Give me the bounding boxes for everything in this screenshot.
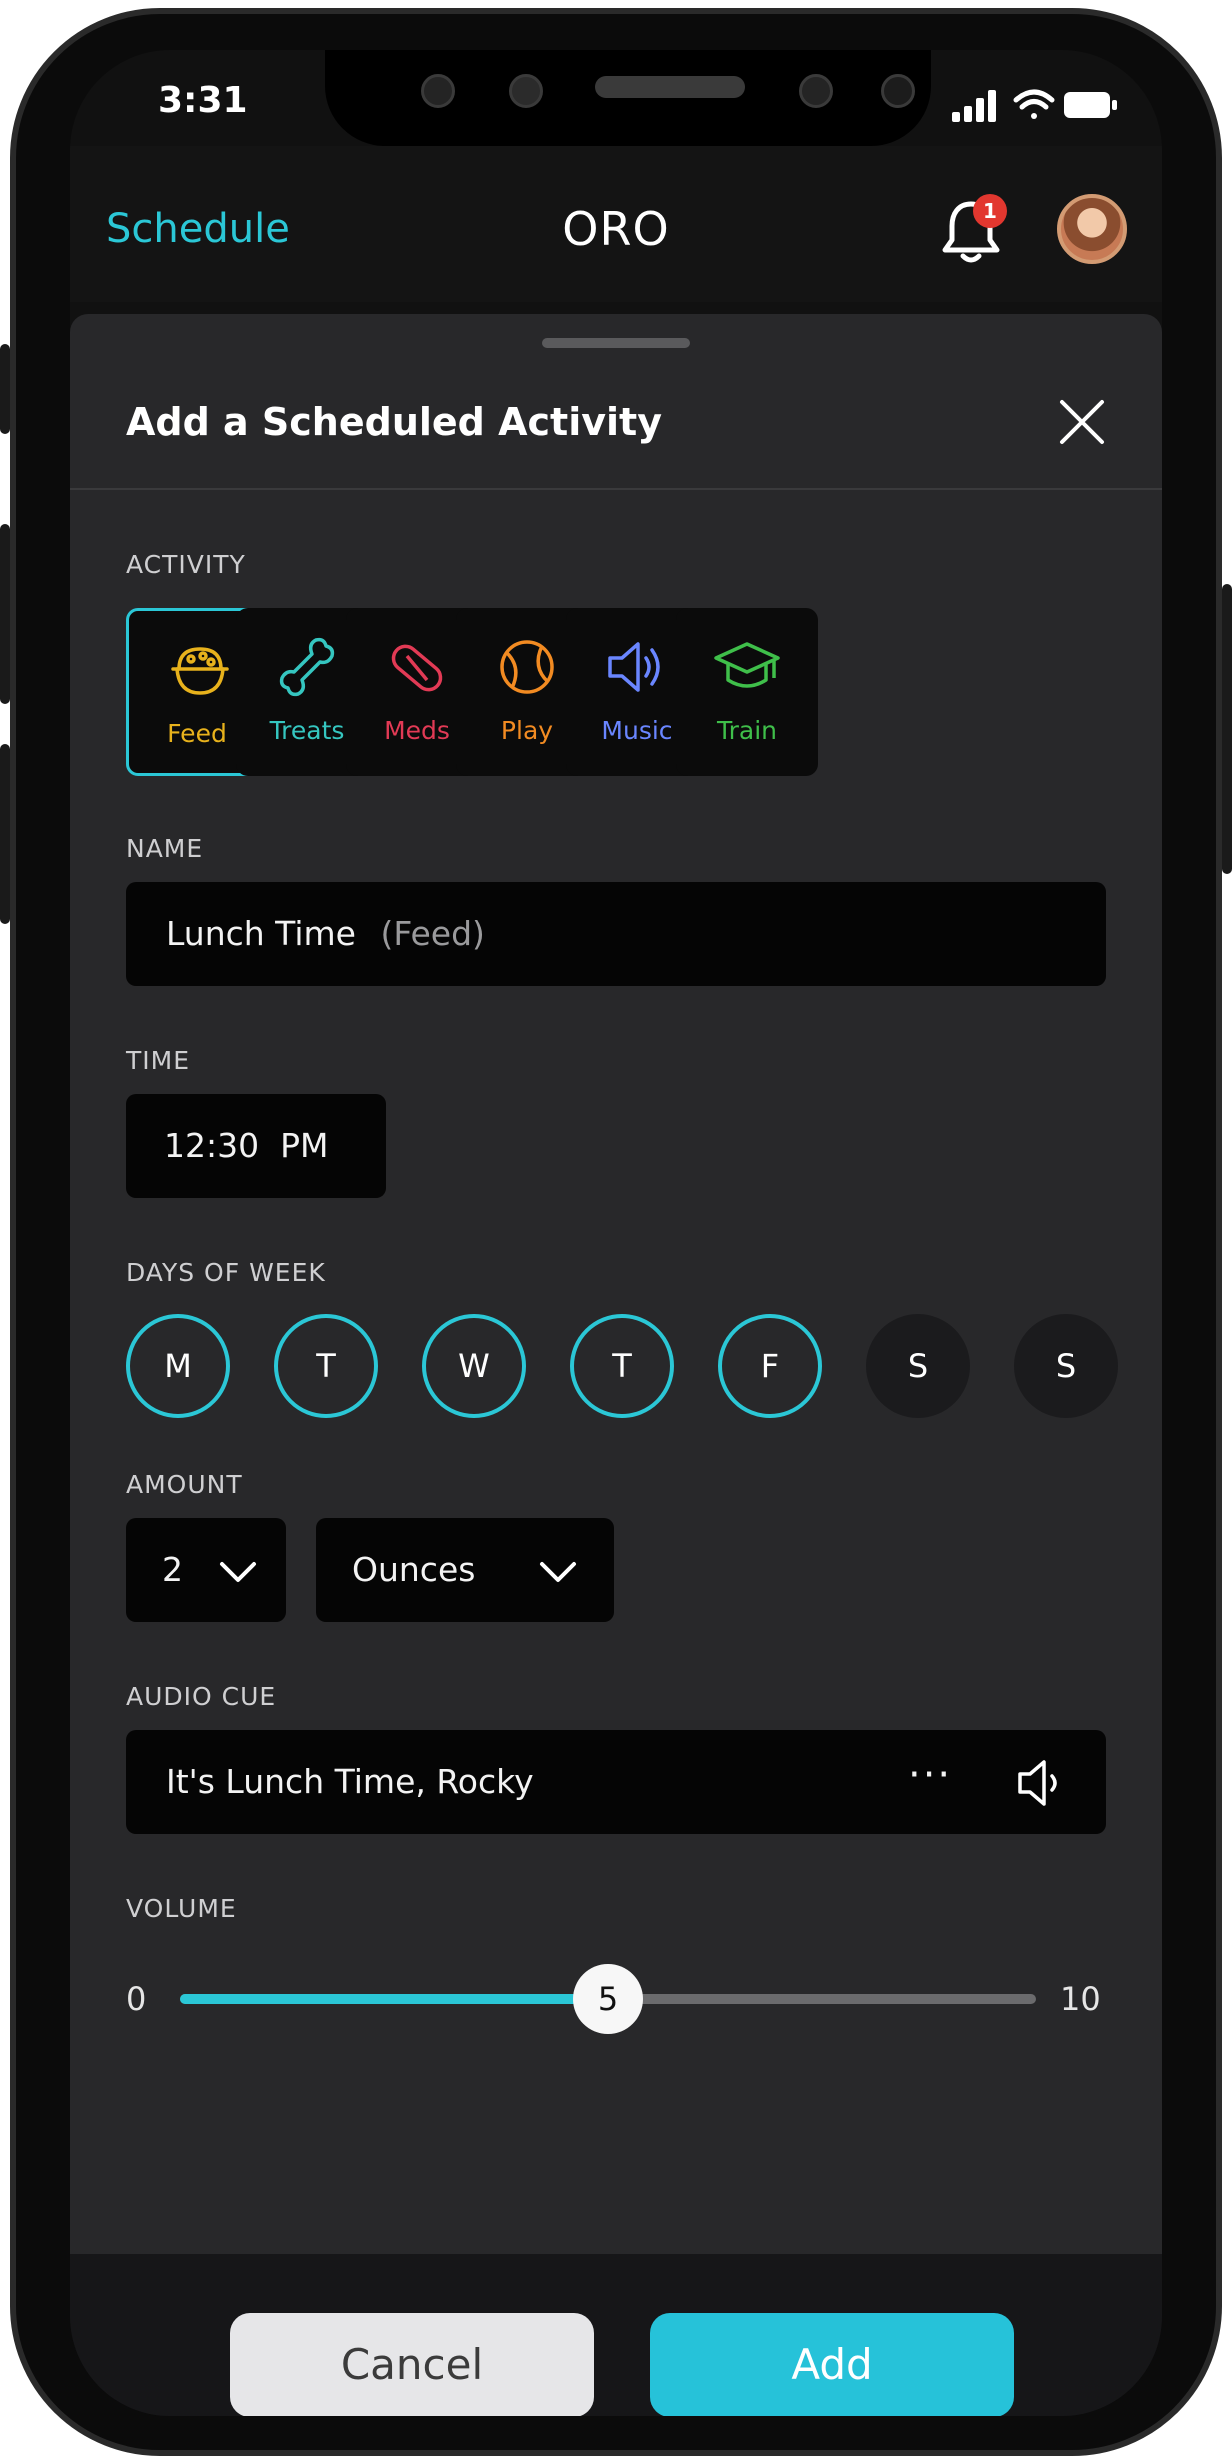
bone-icon (279, 637, 335, 697)
front-sensor (509, 74, 543, 108)
days-label: DAYS OF WEEK (126, 1258, 326, 1287)
name-activity-suffix: (Feed) (380, 914, 485, 953)
day-wednesday[interactable]: W (422, 1314, 526, 1418)
sheet-title: Add a Scheduled Activity (126, 400, 662, 444)
time-label: TIME (126, 1046, 191, 1075)
time-value: 12:30 PM (164, 1126, 329, 1165)
name-field[interactable]: Lunch Time (Feed) (126, 882, 1106, 986)
amount-quantity-value: 2 (162, 1550, 183, 1589)
amount-quantity-select[interactable]: 2 (126, 1518, 286, 1622)
activity-label: ACTIVITY (126, 550, 246, 579)
amount-label: AMOUNT (126, 1470, 243, 1499)
audio-cue-value: It's Lunch Time, Rocky (166, 1762, 534, 1801)
day-thursday[interactable]: T (570, 1314, 674, 1418)
cancel-button[interactable]: Cancel (230, 2313, 594, 2416)
day-monday[interactable]: M (126, 1314, 230, 1418)
day-saturday[interactable]: S (866, 1314, 970, 1418)
more-icon[interactable]: ··· (908, 1752, 952, 1798)
notification-badge: 1 (973, 194, 1007, 228)
ball-icon (500, 640, 554, 694)
volume-slider-thumb[interactable]: 5 (573, 1964, 643, 2034)
volume-down-button (0, 744, 10, 924)
signal-icon (952, 90, 996, 122)
divider (70, 488, 1162, 490)
day-sunday[interactable]: S (1014, 1314, 1118, 1418)
wifi-icon (1013, 89, 1055, 119)
bowl-icon (171, 647, 229, 695)
amount-unit-value: Ounces (352, 1550, 476, 1589)
notch (325, 50, 931, 146)
volume-up-button (0, 524, 10, 704)
day-tuesday[interactable]: T (274, 1314, 378, 1418)
speaker-icon[interactable] (1014, 1756, 1070, 1810)
close-icon[interactable] (1056, 396, 1108, 448)
pill-icon (391, 644, 443, 692)
speaker-icon (608, 642, 660, 692)
activity-train[interactable]: Train (676, 608, 818, 776)
day-friday[interactable]: F (718, 1314, 822, 1418)
volume-label: VOLUME (126, 1894, 237, 1923)
audio-cue-field[interactable]: It's Lunch Time, Rocky ··· (126, 1730, 1106, 1834)
volume-min: 0 (126, 1980, 147, 2018)
power-button (1222, 584, 1232, 874)
amount-unit-select[interactable]: Ounces (316, 1518, 614, 1622)
chevron-down-icon (220, 1562, 256, 1582)
audio-cue-label: AUDIO CUE (126, 1682, 277, 1711)
front-sensor (421, 74, 455, 108)
screen: 3:31 Schedule ORO 1 Add a Scheduled Acti… (70, 50, 1162, 2416)
top-nav: Schedule ORO 1 (70, 146, 1162, 302)
grad-cap-icon (714, 642, 780, 688)
status-icons (952, 89, 1117, 122)
time-field[interactable]: 12:30 PM (126, 1094, 386, 1198)
earpiece-speaker (595, 76, 745, 98)
mute-switch (0, 344, 10, 434)
add-button[interactable]: Add (650, 2313, 1014, 2416)
chevron-down-icon (540, 1562, 576, 1582)
status-time: 3:31 (158, 80, 248, 121)
battery-icon (1064, 92, 1117, 118)
volume-max: 10 (1060, 1980, 1101, 2018)
activity-label-text: Train (717, 716, 777, 745)
avatar[interactable] (1057, 194, 1127, 264)
front-camera (799, 74, 833, 108)
name-value: Lunch Time (166, 914, 356, 953)
add-activity-sheet: Add a Scheduled Activity ACTIVITY Feed T… (70, 314, 1162, 2254)
sheet-handle[interactable] (542, 338, 690, 348)
front-sensor (881, 74, 915, 108)
name-label: NAME (126, 834, 204, 863)
volume-slider-fill (180, 1994, 608, 2004)
